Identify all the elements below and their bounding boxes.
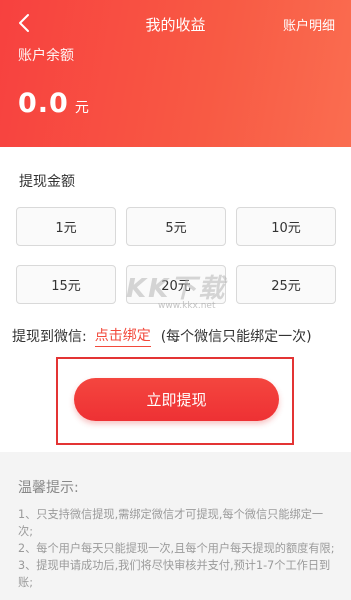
withdraw-now-button[interactable]: 立即提现 bbox=[74, 378, 279, 421]
tip-item: 3、提现申请成功后,我们将尽快审核并支付,预计1-7个工作日到账; bbox=[18, 559, 331, 589]
wechat-bind-row: 提现到微信: 点击绑定 (每个微信只能绑定一次) bbox=[12, 325, 312, 347]
tips-title: 温馨提示: bbox=[18, 480, 79, 496]
withdraw-panel: 提现金额 1元 5元 10元 15元 20元 25元 KK下载 www.kkx.… bbox=[0, 147, 351, 452]
bind-wechat-link[interactable]: 点击绑定 bbox=[94, 325, 151, 347]
account-detail-link[interactable]: 账户明细 bbox=[283, 15, 335, 34]
amount-option-5[interactable]: 5元 bbox=[126, 207, 226, 246]
tip-item: 2、每个用户每天只能提现一次,且每个用户每天提现的额度有限; bbox=[18, 542, 335, 555]
withdraw-amount-label: 提现金额 bbox=[19, 174, 75, 190]
tip-item: 1、只支持微信提现,需绑定微信才可提现,每个微信只能绑定一次; bbox=[18, 508, 324, 538]
amount-option-20[interactable]: 20元 bbox=[126, 265, 226, 304]
bind-label: 提现到微信: bbox=[12, 329, 87, 345]
amount-option-10[interactable]: 10元 bbox=[236, 207, 336, 246]
highlight-box: 立即提现 bbox=[56, 357, 294, 445]
balance-label: 账户余额 bbox=[18, 48, 74, 64]
balance-value: 0.0 bbox=[18, 88, 69, 119]
balance-row: 0.0 元 bbox=[18, 88, 89, 119]
tips-section: 温馨提示: 1、只支持微信提现,需绑定微信才可提现,每个微信只能绑定一次; 2、… bbox=[0, 452, 351, 600]
header: 我的收益 账户明细 账户余额 0.0 元 bbox=[0, 0, 351, 147]
amount-option-15[interactable]: 15元 bbox=[16, 265, 116, 304]
amount-option-1[interactable]: 1元 bbox=[16, 207, 116, 246]
bind-note: (每个微信只能绑定一次) bbox=[160, 329, 312, 345]
amount-option-25[interactable]: 25元 bbox=[236, 265, 336, 304]
balance-unit: 元 bbox=[74, 100, 89, 116]
